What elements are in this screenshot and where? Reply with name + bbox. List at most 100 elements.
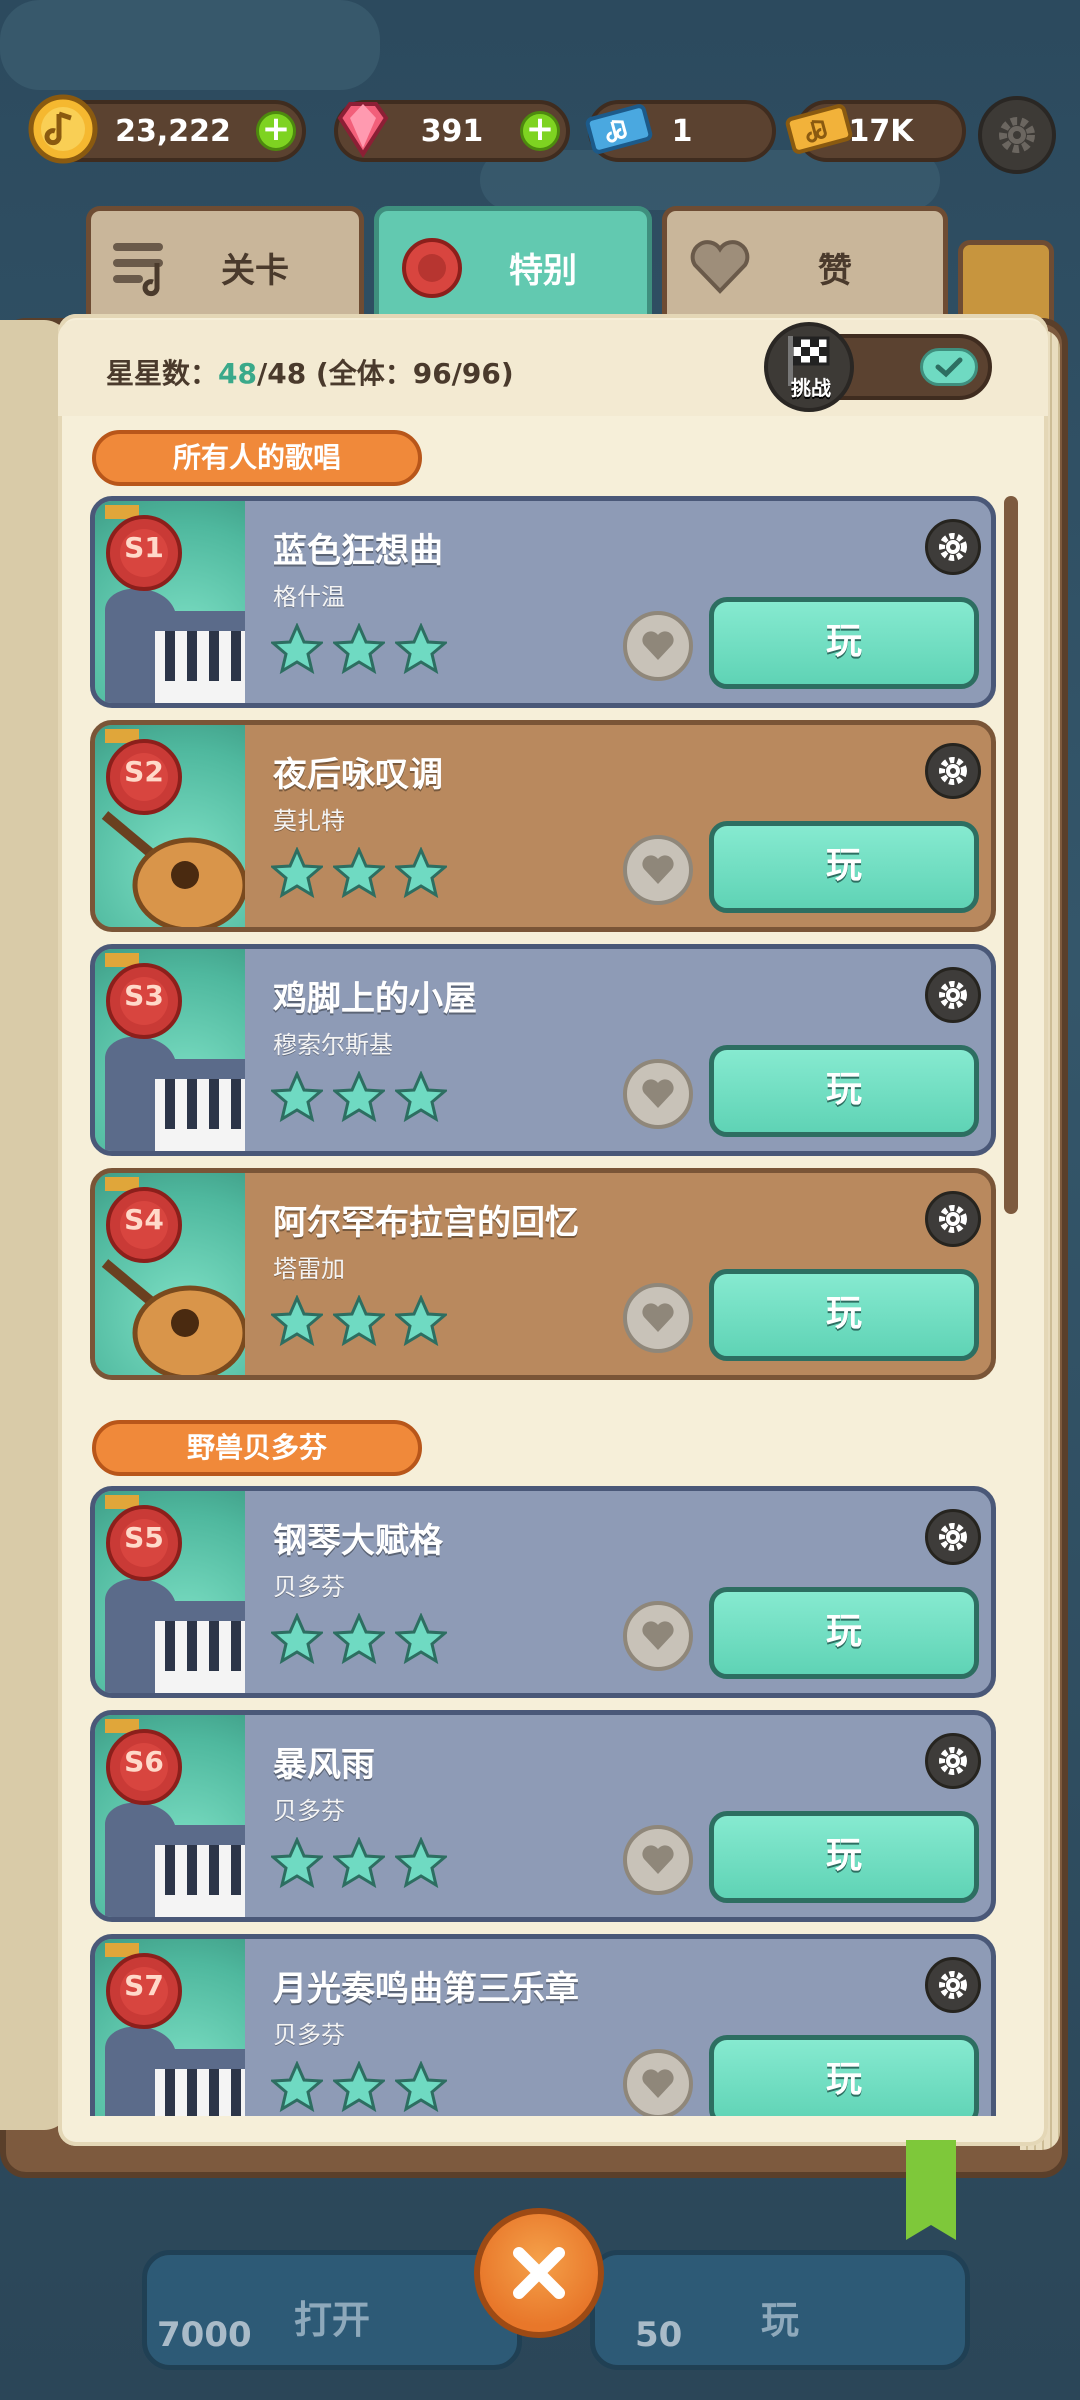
song-settings-button[interactable] <box>925 743 981 799</box>
seal-label: S6 <box>124 1745 164 1778</box>
star-icon <box>395 623 447 675</box>
settings-button[interactable] <box>978 96 1056 174</box>
star-icon <box>395 847 447 899</box>
gear-icon <box>939 1523 967 1551</box>
song-card[interactable]: S1 蓝色狂想曲 格什温 玩 <box>90 496 996 708</box>
star-icon <box>271 847 323 899</box>
seal-label: S4 <box>124 1203 164 1236</box>
song-settings-button[interactable] <box>925 1191 981 1247</box>
like-button[interactable] <box>623 2049 693 2116</box>
toggle-knob <box>920 348 978 386</box>
star-count: 星星数：48/48 (全体：96/96) <box>106 352 514 392</box>
gear-icon <box>999 117 1035 153</box>
star-icon <box>333 623 385 675</box>
tab-special[interactable]: 特别 <box>374 206 652 324</box>
play-button[interactable]: 玩 <box>709 1811 979 1903</box>
bottom-play-button[interactable]: 50 玩 <box>590 2250 970 2370</box>
like-button[interactable] <box>623 611 693 681</box>
song-settings-button[interactable] <box>925 1733 981 1789</box>
song-composer: 穆索尔斯基 <box>273 1031 393 1059</box>
play-button[interactable]: 玩 <box>709 2035 979 2116</box>
heart-icon <box>642 2069 674 2098</box>
tab-special-label: 特别 <box>509 251 577 291</box>
song-composer: 贝多芬 <box>273 1573 345 1601</box>
song-composer: 贝多芬 <box>273 1797 345 1825</box>
add-coins-button[interactable]: + <box>256 111 296 151</box>
song-settings-button[interactable] <box>925 1957 981 2013</box>
tab-levels[interactable]: 关卡 <box>86 206 364 324</box>
star-rating <box>271 623 447 675</box>
play-button[interactable]: 玩 <box>709 1045 979 1137</box>
like-button[interactable] <box>623 1283 693 1353</box>
tab-likes[interactable]: 赞 <box>662 206 948 324</box>
gear-icon <box>939 757 967 785</box>
star-rating <box>271 1837 447 1889</box>
song-card[interactable]: S6 暴风雨 贝多芬 玩 <box>90 1710 996 1922</box>
gear-icon <box>939 1205 967 1233</box>
play-button[interactable]: 玩 <box>709 1269 979 1361</box>
song-title: 阿尔罕布拉宫的回忆 <box>273 1203 579 1243</box>
star-icon <box>271 623 323 675</box>
star-icon <box>271 1837 323 1889</box>
song-title: 钢琴大赋格 <box>273 1521 443 1561</box>
gear-icon <box>939 981 967 1009</box>
close-button[interactable] <box>474 2208 604 2338</box>
song-title: 夜后咏叹调 <box>273 755 443 795</box>
song-composer: 贝多芬 <box>273 2021 345 2049</box>
like-button[interactable] <box>623 1601 693 1671</box>
play-button[interactable]: 玩 <box>709 821 979 913</box>
add-gems-button[interactable]: + <box>520 111 560 151</box>
star-icon <box>395 1295 447 1347</box>
star-icon <box>333 1295 385 1347</box>
star-icon <box>333 847 385 899</box>
list-scrollbar[interactable] <box>1004 496 1018 1214</box>
seal-icon <box>402 238 462 298</box>
bg-shape <box>0 0 380 90</box>
star-rating <box>271 1071 447 1123</box>
tab-likes-label: 赞 <box>818 251 852 291</box>
bookmark-ribbon <box>906 2140 956 2240</box>
song-composer: 格什温 <box>273 583 345 611</box>
gem-icon <box>337 102 389 158</box>
song-composer: 塔雷加 <box>273 1255 345 1283</box>
song-title: 月光奏鸣曲第三乐章 <box>273 1969 579 2009</box>
song-composer: 莫扎特 <box>273 807 345 835</box>
gear-icon <box>939 1747 967 1775</box>
coin-icon <box>28 94 98 164</box>
song-settings-button[interactable] <box>925 519 981 575</box>
like-button[interactable] <box>623 1825 693 1895</box>
star-rating <box>271 1295 447 1347</box>
star-rating <box>271 847 447 899</box>
like-button[interactable] <box>623 1059 693 1129</box>
song-settings-button[interactable] <box>925 967 981 1023</box>
song-list[interactable]: 所有人的歌唱 S1 蓝色狂想曲 格什温 玩 S2 夜后咏叹调 莫扎特 玩 S3 … <box>58 418 1048 2116</box>
song-card[interactable]: S5 钢琴大赋格 贝多芬 玩 <box>90 1486 996 1698</box>
play-label: 玩 <box>760 2298 799 2342</box>
check-icon <box>935 357 963 378</box>
heart-icon <box>642 1845 674 1874</box>
star-count-rest: /48 (全体：96/96) <box>256 357 514 390</box>
heart-icon <box>690 240 750 294</box>
star-count-prefix: 星星数： <box>106 357 219 390</box>
song-card[interactable]: S7 月光奏鸣曲第三乐章 贝多芬 玩 <box>90 1934 996 2116</box>
song-card[interactable]: S4 阿尔罕布拉宫的回忆 塔雷加 玩 <box>90 1168 996 1380</box>
challenge-label: 挑战 <box>791 376 831 400</box>
section-header: 所有人的歌唱 <box>92 430 422 486</box>
seal-label: S2 <box>124 755 164 788</box>
star-icon <box>333 1837 385 1889</box>
like-button[interactable] <box>623 835 693 905</box>
star-count-have: 48 <box>218 357 257 390</box>
song-settings-button[interactable] <box>925 1509 981 1565</box>
seal-label: S5 <box>124 1521 164 1554</box>
song-card[interactable]: S2 夜后咏叹调 莫扎特 玩 <box>90 720 996 932</box>
heart-icon <box>642 1303 674 1332</box>
play-button[interactable]: 玩 <box>709 1587 979 1679</box>
star-icon <box>333 1071 385 1123</box>
heart-icon <box>642 855 674 884</box>
open-button[interactable]: 7000 打开 <box>142 2250 522 2370</box>
song-card[interactable]: S3 鸡脚上的小屋 穆索尔斯基 玩 <box>90 944 996 1156</box>
star-icon <box>271 1613 323 1665</box>
song-title: 鸡脚上的小屋 <box>273 979 477 1019</box>
play-button[interactable]: 玩 <box>709 597 979 689</box>
star-icon <box>395 1613 447 1665</box>
